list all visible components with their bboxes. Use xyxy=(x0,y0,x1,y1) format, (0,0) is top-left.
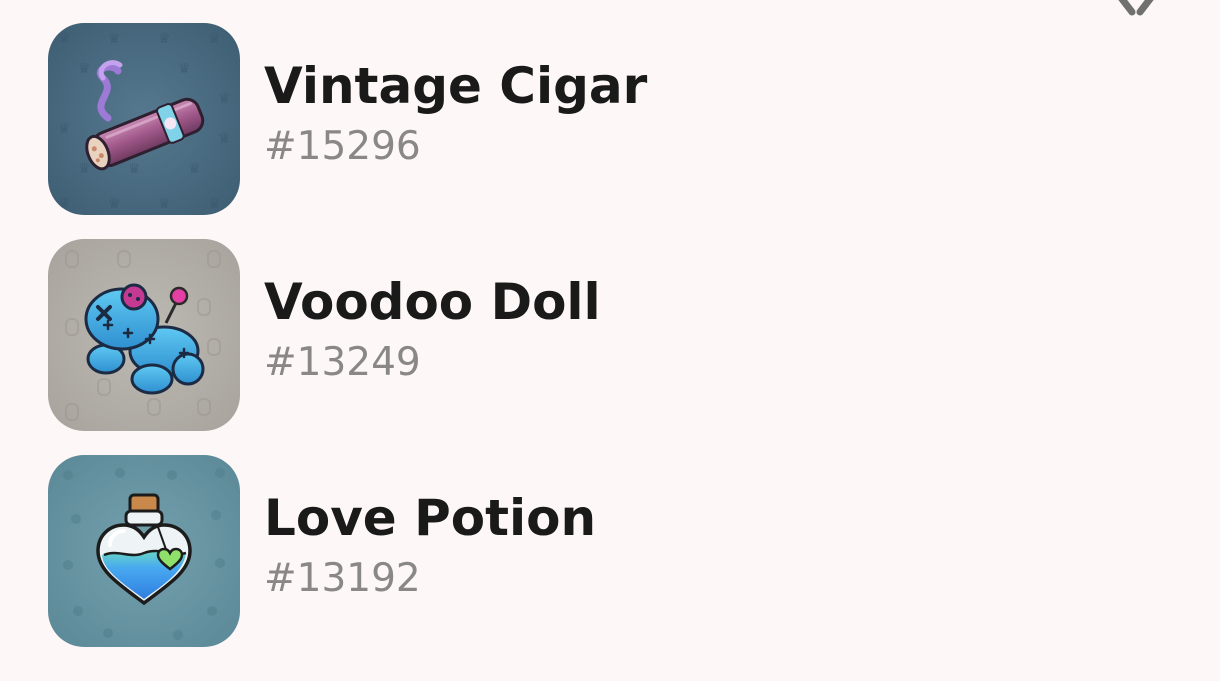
svg-text:♛: ♛ xyxy=(158,196,171,212)
item-number: #15296 xyxy=(264,124,421,169)
voodoo-doll-icon xyxy=(48,239,240,431)
item-thumbnail: ♛ ♛ ♛ ♛ ♛ ♛ ♛ ♛ ♛ ♛ ♛ ♛ ♛ ♛ ♛ ♛ xyxy=(48,23,240,215)
item-title: Vintage Cigar xyxy=(264,57,648,115)
list-item-vintage-cigar[interactable]: ♛ ♛ ♛ ♛ ♛ ♛ ♛ ♛ ♛ ♛ ♛ ♛ ♛ ♛ ♛ ♛ Vintage … xyxy=(48,23,1168,215)
list-item-love-potion[interactable]: Love Potion #13192 xyxy=(48,455,1168,647)
item-number: #13249 xyxy=(264,340,421,385)
item-title: Love Potion xyxy=(264,489,597,547)
love-potion-icon xyxy=(48,455,240,647)
svg-text:♛: ♛ xyxy=(218,131,231,147)
svg-text:♛: ♛ xyxy=(128,161,141,177)
cigar-icon: ♛ ♛ ♛ ♛ ♛ ♛ ♛ ♛ ♛ ♛ ♛ ♛ ♛ ♛ ♛ ♛ xyxy=(48,23,240,215)
svg-text:♛: ♛ xyxy=(58,196,71,212)
svg-text:♛: ♛ xyxy=(218,91,231,107)
close-button[interactable] xyxy=(1104,0,1168,18)
close-icon xyxy=(1118,0,1154,16)
svg-text:♛: ♛ xyxy=(58,31,71,47)
svg-text:♛: ♛ xyxy=(188,161,201,177)
svg-text:♛: ♛ xyxy=(108,31,121,47)
svg-text:♛: ♛ xyxy=(78,61,91,77)
item-thumbnail xyxy=(48,239,240,431)
svg-text:♛: ♛ xyxy=(178,61,191,77)
svg-text:♛: ♛ xyxy=(208,196,221,212)
svg-text:♛: ♛ xyxy=(78,161,91,177)
item-title: Voodoo Doll xyxy=(264,273,601,331)
item-number: #13192 xyxy=(264,556,421,601)
item-thumbnail xyxy=(48,455,240,647)
svg-text:♛: ♛ xyxy=(208,31,221,47)
list-item-voodoo-doll[interactable]: Voodoo Doll #13249 xyxy=(48,239,1168,431)
svg-text:♛: ♛ xyxy=(58,121,71,137)
svg-text:♛: ♛ xyxy=(108,196,121,212)
svg-text:♛: ♛ xyxy=(158,31,171,47)
item-list: ♛ ♛ ♛ ♛ ♛ ♛ ♛ ♛ ♛ ♛ ♛ ♛ ♛ ♛ ♛ ♛ Vintage … xyxy=(48,23,1168,671)
